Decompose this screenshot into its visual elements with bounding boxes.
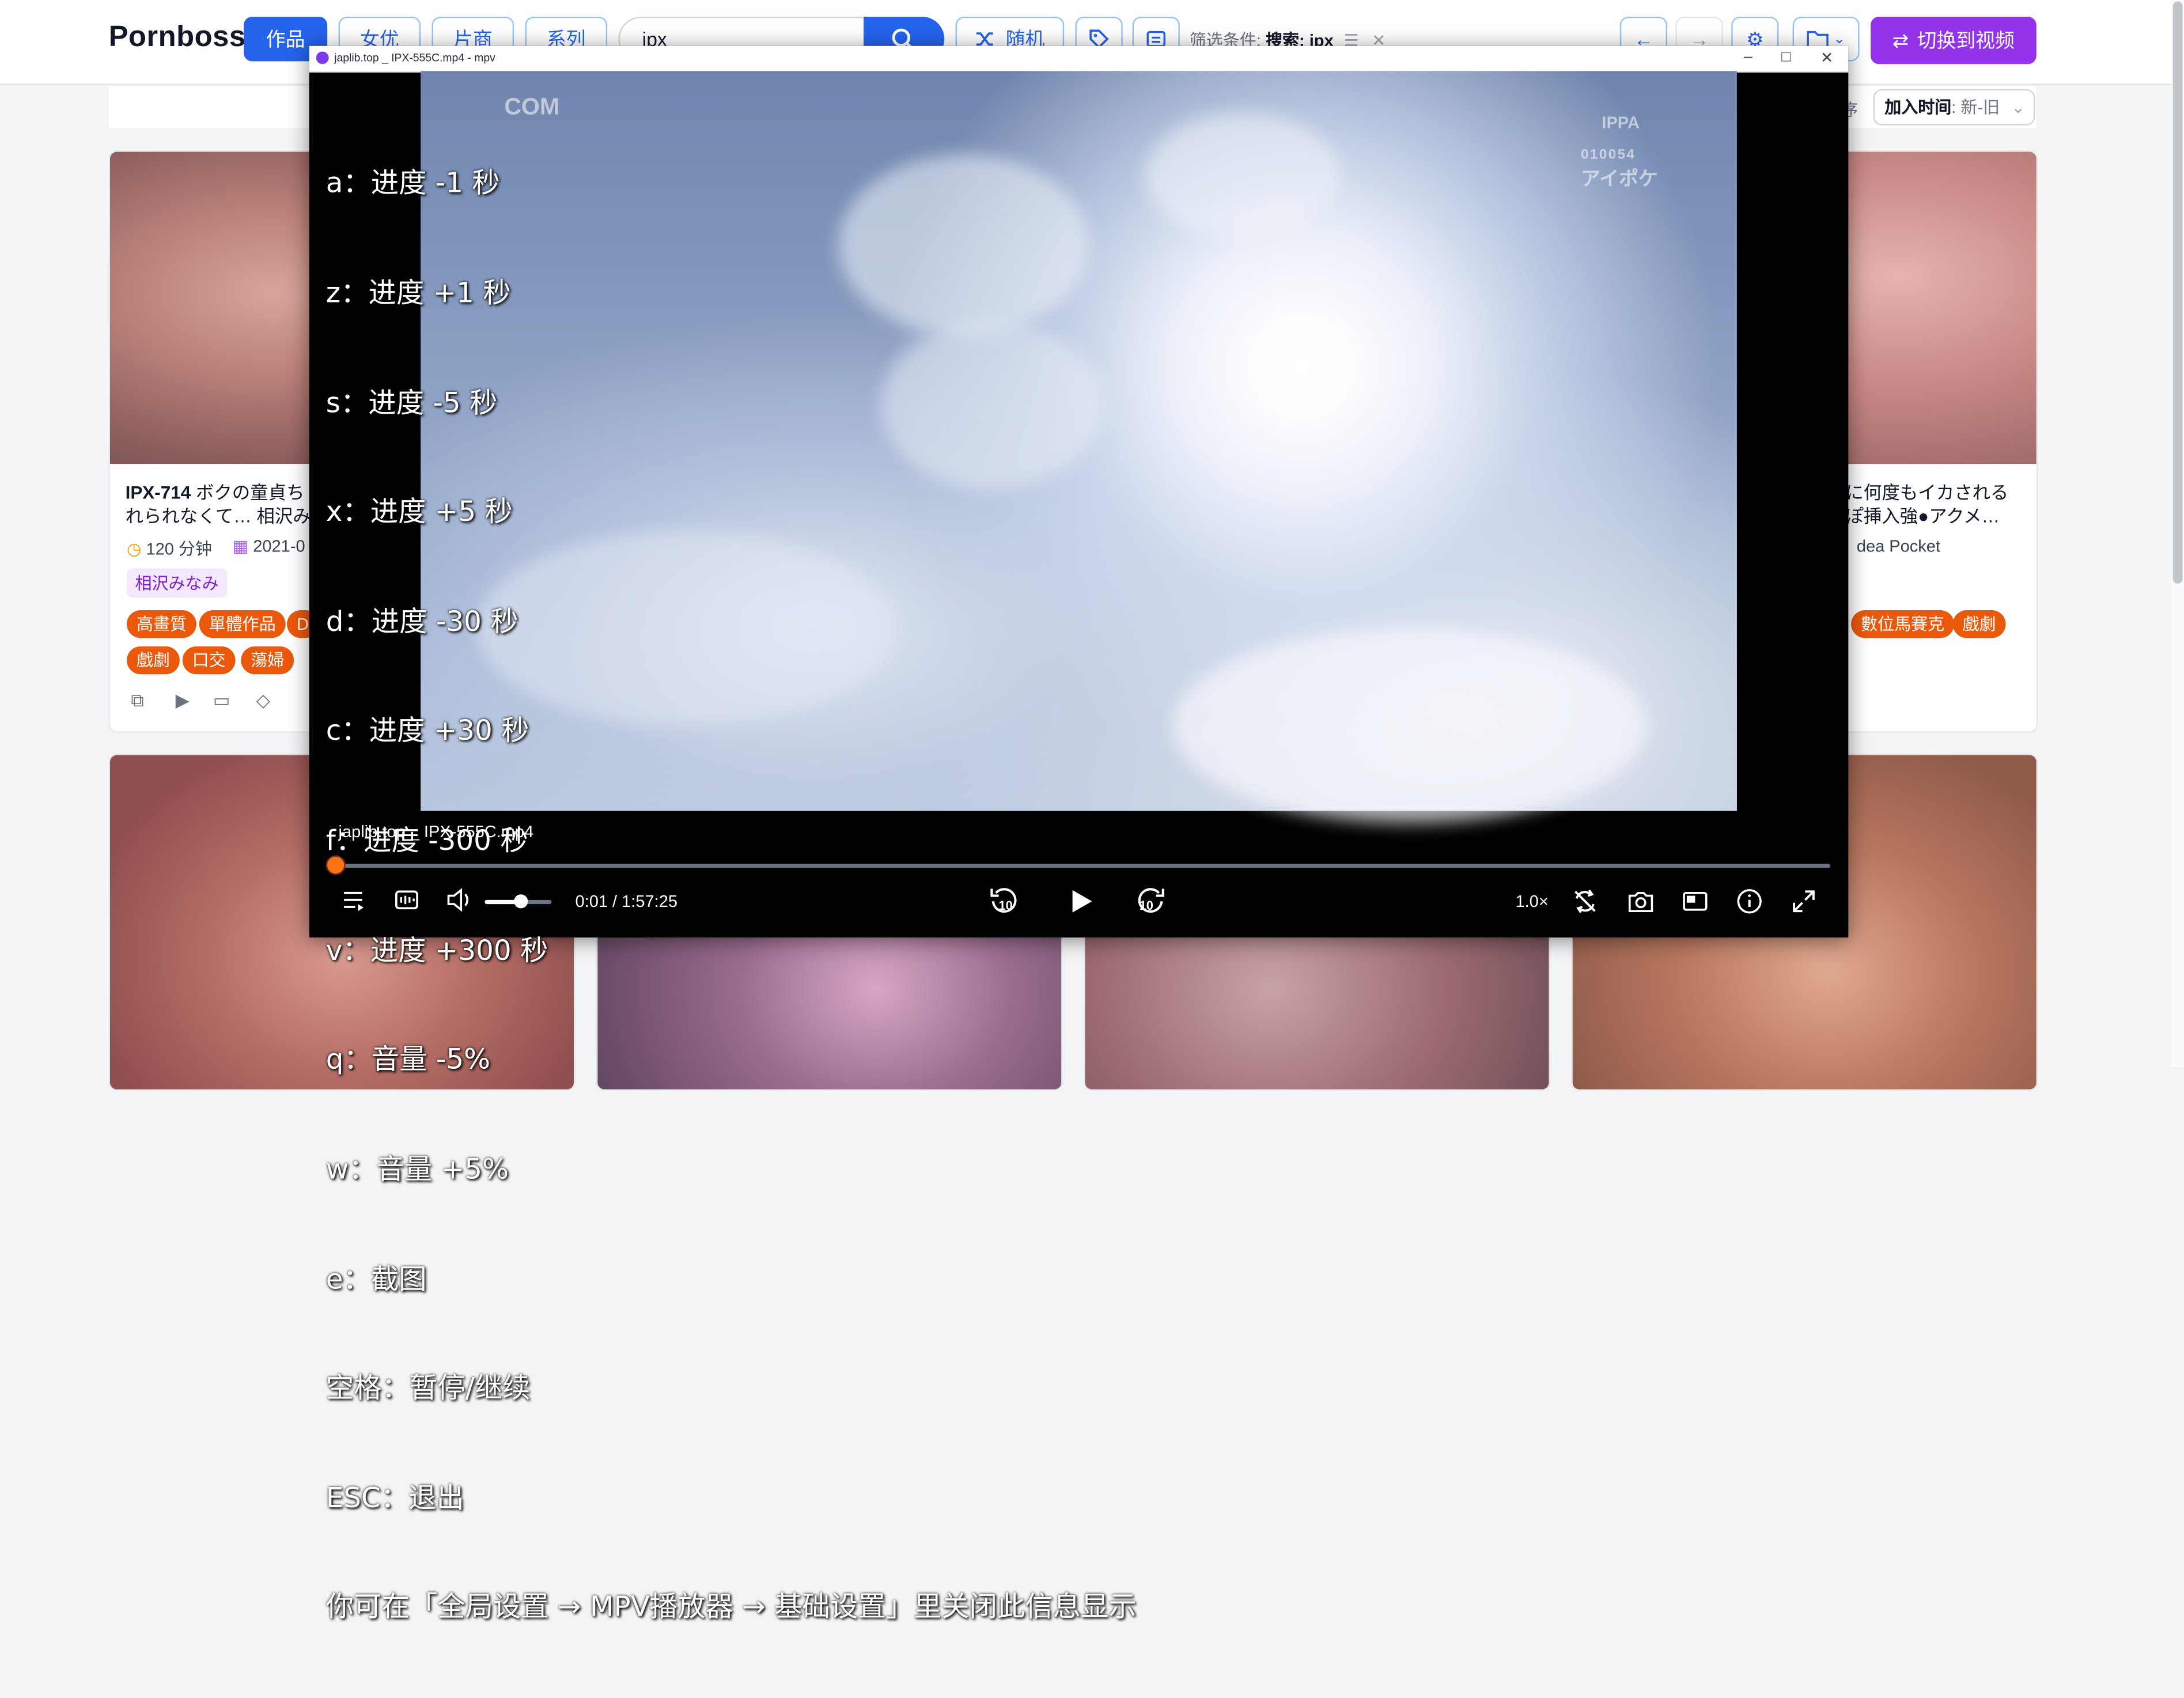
seek-handle[interactable] xyxy=(325,855,346,875)
playback-speed[interactable]: 1.0× xyxy=(1515,891,1548,911)
card-title-line2: れられなくて… 相沢み xyxy=(125,505,311,527)
screenshot-icon[interactable] xyxy=(1627,887,1655,915)
play-icon[interactable]: ▶ xyxy=(176,690,190,712)
svg-text:10: 10 xyxy=(1140,898,1153,913)
tag-chip[interactable]: 高畫質 xyxy=(127,610,196,638)
forward-10-icon[interactable]: 10 xyxy=(1134,886,1167,917)
osd-line: d：进度 -30 秒 xyxy=(325,604,518,638)
osd-line: w：音量 +5% xyxy=(325,1152,509,1186)
play-icon[interactable] xyxy=(1066,886,1096,917)
info-icon[interactable] xyxy=(1735,887,1763,915)
tag-icon[interactable]: ◇ xyxy=(256,690,270,712)
minimize-icon[interactable]: – xyxy=(1744,49,1753,66)
card-title[interactable]: に何度もイカされる ぽ挿入強●アクメ… xyxy=(1845,481,2026,528)
svg-text:10: 10 xyxy=(999,898,1013,913)
scrollbar-thumb[interactable] xyxy=(2172,1,2183,584)
switch-to-video-button[interactable]: ⇄ 切换到视频 xyxy=(1871,17,2037,65)
folder-icon[interactable]: ▭ xyxy=(213,690,230,712)
mpv-window-title: japlib.top _ IPX-555C.mp4 - mpv xyxy=(334,51,495,65)
chevron-down-icon: ⌄ xyxy=(2011,97,2026,118)
tag-chip[interactable]: 數位馬賽克 xyxy=(1851,610,1955,638)
osd-line: a：进度 -1 秒 xyxy=(325,166,500,200)
sort-order: : 新-旧 xyxy=(1951,97,2000,118)
close-icon[interactable]: ✕ xyxy=(1820,49,1833,67)
osd-line: c：进度 +30 秒 xyxy=(325,713,529,748)
playing-filename: japlib.top _ IPX-555C.mp4 xyxy=(338,822,534,842)
card-title-text: に何度もイカされる xyxy=(1845,482,2009,503)
osd-line: x：进度 +5 秒 xyxy=(325,494,513,528)
volume-icon[interactable] xyxy=(446,887,474,913)
rewind-10-icon[interactable]: 10 xyxy=(987,886,1021,917)
actress-chip[interactable]: 相沢みなみ xyxy=(127,568,228,598)
switch-label: 切换到视频 xyxy=(1917,29,2015,52)
mpv-title-bar[interactable]: japlib.top _ IPX-555C.mp4 - mpv – □ ✕ xyxy=(309,46,1849,73)
fullscreen-icon[interactable] xyxy=(1790,887,1818,915)
time-display: 0:01 / 1:57:25 xyxy=(575,891,677,912)
card-code: IPX-714 xyxy=(125,482,191,503)
card-date: ▦ 2021-0 xyxy=(233,536,305,556)
osd-line: 空格：暂停/继续 xyxy=(325,1371,531,1405)
picture-in-picture-icon[interactable] xyxy=(1681,887,1709,915)
watermark-brand: アイポケ xyxy=(1581,167,1658,190)
osd-line: v：进度 +300 秒 xyxy=(325,933,548,967)
watermark-right-top: IPPA xyxy=(1602,112,1640,133)
clock-icon: ◷ xyxy=(127,539,142,559)
card-studio[interactable]: dea Pocket xyxy=(1857,536,1940,556)
sort-field: 加入时间 xyxy=(1884,97,1952,118)
tag-chip[interactable]: 戲劇 xyxy=(1952,610,2006,638)
watermark-code: 010054 xyxy=(1581,148,1636,163)
tag-chip[interactable]: 蕩婦 xyxy=(241,646,294,675)
card-duration: ◷ 120 分钟 xyxy=(127,536,212,560)
audio-track-icon[interactable] xyxy=(394,887,419,913)
osd-line: s：进度 -5 秒 xyxy=(325,385,498,419)
maximize-icon[interactable]: □ xyxy=(1781,49,1791,66)
tag-chip[interactable]: 單體作品 xyxy=(199,610,286,638)
open-external-icon[interactable]: ⧉ xyxy=(131,690,143,712)
tag-chip[interactable]: 戲劇 xyxy=(127,646,180,675)
card-title-text: ボクの童貞ち xyxy=(191,482,305,503)
osd-line: z：进度 +1 秒 xyxy=(325,275,511,309)
volume-handle[interactable] xyxy=(514,894,528,909)
osd-line: ESC：退出 xyxy=(325,1480,464,1514)
brand-logo[interactable]: Pornboss xyxy=(109,21,246,54)
loop-off-icon[interactable] xyxy=(1571,887,1599,915)
card-title-line2: ぽ挿入強●アクメ… xyxy=(1845,505,2000,527)
playlist-icon[interactable] xyxy=(341,887,366,913)
swap-icon: ⇄ xyxy=(1892,28,1909,51)
duration-text: 120 分钟 xyxy=(146,539,212,559)
mpv-player-window[interactable]: japlib.top _ IPX-555C.mp4 - mpv – □ ✕ CO… xyxy=(309,46,1849,1623)
tag-chip[interactable]: 口交 xyxy=(182,646,236,675)
chevron-down-icon: ⌄ xyxy=(1833,31,1845,47)
seek-bar[interactable] xyxy=(334,864,1830,868)
osd-line: 你可在「全局设置 → MPV播放器 → 基础设置」里关闭此信息显示 xyxy=(325,1590,1137,1624)
osd-line: e：截图 xyxy=(325,1261,427,1295)
date-text: 2021-0 xyxy=(253,536,305,556)
osd-line: q：音量 -5% xyxy=(325,1042,491,1076)
mpv-logo-icon xyxy=(316,51,329,65)
card-title[interactable]: IPX-714 ボクの童貞ち れられなくて… 相沢み xyxy=(126,481,320,528)
sort-select[interactable]: 加入时间: 新-旧 ⌄ xyxy=(1873,89,2035,126)
calendar-icon: ▦ xyxy=(232,536,249,556)
